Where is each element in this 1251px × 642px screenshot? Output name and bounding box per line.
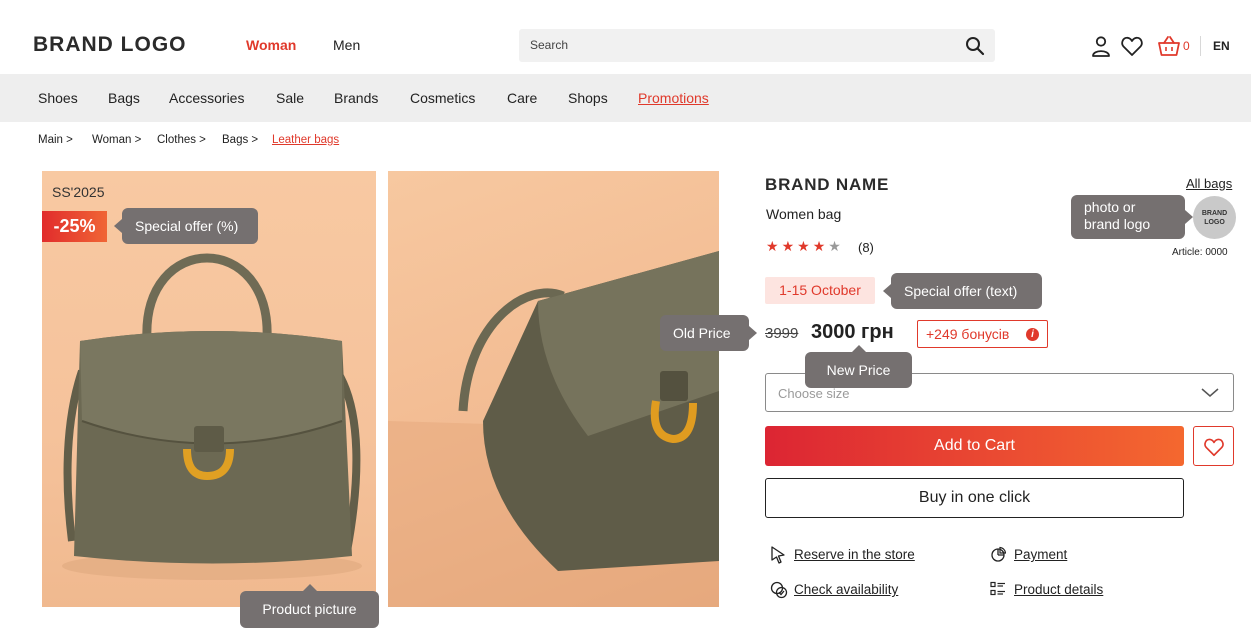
chevron-down-icon [1201, 388, 1219, 397]
buy-one-click-button[interactable]: Buy in one click [765, 478, 1184, 518]
star-icon: ★ [812, 238, 829, 254]
old-price: 3999 [765, 325, 799, 342]
rating-stars: ★★★★★ [766, 238, 844, 255]
reserve-in-store-link[interactable]: Reserve in the store [771, 546, 915, 564]
nav-item-bags[interactable]: Bags [108, 90, 140, 106]
bonus-label: +249 бонусів [926, 326, 1010, 342]
reviews-count[interactable]: (8) [858, 240, 874, 255]
season-label: SS'2025 [52, 184, 105, 200]
breadcrumb-leather-bags[interactable]: Leather bags [272, 134, 339, 146]
nav-item-accessories[interactable]: Accessories [169, 90, 244, 106]
product-title: Women bag [766, 206, 842, 222]
language-switch[interactable]: EN [1213, 39, 1230, 53]
tooltip-special-offer-text: Special offer (text) [883, 273, 1042, 309]
cart-count: 0 [1183, 39, 1190, 53]
list-icon [990, 581, 1005, 596]
tooltip-product-picture: Product picture [240, 584, 379, 628]
payment-link[interactable]: Payment [991, 546, 1068, 562]
header: BRAND LOGO Woman Men Search 0 EN [0, 0, 1251, 74]
article-number: Article: 0000 [1172, 247, 1228, 258]
payment-label: Payment [1014, 547, 1068, 562]
product-details-link[interactable]: Product details [990, 581, 1104, 597]
nav-item-sale[interactable]: Sale [276, 90, 304, 106]
breadcrumb-main[interactable]: Main > [38, 134, 73, 146]
tooltip-new-price: New Price [805, 345, 912, 388]
size-placeholder: Choose size [778, 386, 850, 401]
info-icon[interactable]: i [1026, 328, 1039, 341]
tab-men[interactable]: Men [333, 37, 360, 53]
nav-item-promotions[interactable]: Promotions [638, 90, 709, 106]
availability-icon [770, 581, 788, 599]
tab-woman[interactable]: Woman [246, 37, 296, 53]
breadcrumb-woman[interactable]: Woman > [92, 134, 141, 146]
product-details-label: Product details [1014, 582, 1104, 597]
brand-logo-circle[interactable]: BRAND LOGO [1193, 196, 1236, 239]
nav-item-shoes[interactable]: Shoes [38, 90, 78, 106]
star-icon: ★ [797, 238, 813, 254]
star-icon: ★ [766, 238, 782, 254]
nav-item-shops[interactable]: Shops [568, 90, 608, 106]
header-divider [1200, 36, 1201, 56]
reserve-in-store-label: Reserve in the store [794, 547, 915, 562]
star-icon: ★ [781, 238, 798, 254]
tooltip-old-price: Old Price [660, 315, 757, 351]
heart-icon [1204, 438, 1224, 457]
nav-item-brands[interactable]: Brands [334, 90, 378, 106]
brand-name: BRAND NAME [765, 175, 890, 194]
pie-chart-icon [991, 546, 1006, 562]
user-icon[interactable] [1089, 34, 1113, 58]
add-to-wishlist-button[interactable] [1193, 426, 1234, 466]
star-empty-icon: ★ [828, 238, 844, 254]
brand-logo[interactable]: BRAND LOGO [33, 33, 187, 57]
bonus-badge[interactable]: +249 бонусів i [917, 320, 1048, 348]
breadcrumb-bags[interactable]: Bags > [222, 134, 258, 146]
tooltip-brand-logo: photo or brand logo [1071, 195, 1193, 239]
brand-logo-circle-text: BRAND LOGO [1201, 210, 1228, 226]
breadcrumb-clothes[interactable]: Clothes > [157, 134, 206, 146]
nav-item-cosmetics[interactable]: Cosmetics [410, 90, 475, 106]
search-placeholder: Search [530, 38, 569, 52]
cart-icon[interactable] [1157, 34, 1181, 58]
new-price: 3000 грн [811, 321, 894, 343]
offer-date-badge: 1-15 October [765, 277, 875, 304]
add-to-cart-button[interactable]: Add to Cart [765, 426, 1184, 466]
cursor-icon [771, 546, 785, 564]
product-photo-side[interactable] [388, 171, 719, 607]
tooltip-special-offer-percent: Special offer (%) [114, 208, 258, 244]
search-icon[interactable] [965, 36, 985, 56]
nav-item-care[interactable]: Care [507, 90, 537, 106]
all-bags-link[interactable]: All bags [1186, 176, 1232, 191]
heart-icon[interactable] [1120, 34, 1144, 58]
category-nav: Shoes Bags Accessories Sale Brands Cosme… [0, 74, 1251, 122]
bag-side-illustration [388, 251, 719, 607]
check-availability-label: Check availability [794, 582, 899, 597]
discount-badge: -25% [42, 211, 107, 242]
search-input[interactable]: Search [519, 29, 995, 62]
check-availability-link[interactable]: Check availability [770, 581, 899, 599]
